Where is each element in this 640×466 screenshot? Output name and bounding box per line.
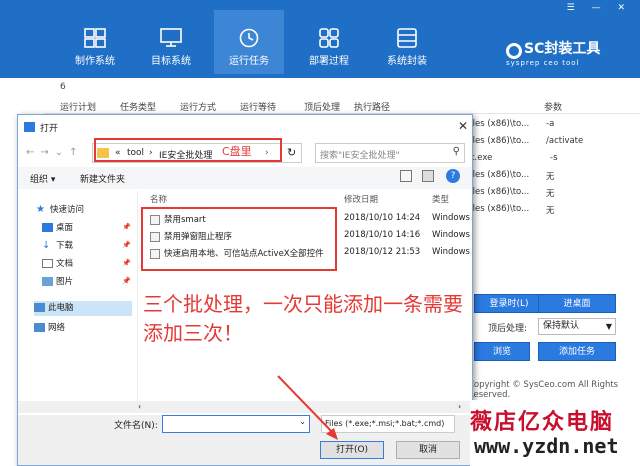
- search-placeholder: 搜索"IE安全批处理": [320, 151, 400, 161]
- browse-button[interactable]: 浏览: [474, 342, 530, 361]
- help-icon[interactable]: ?: [446, 169, 460, 183]
- top-nav-bar: ☰ — ✕ 制作系统 目标系统 运行任务 部署过程 系统封装 SC封装工具 sy…: [0, 0, 640, 78]
- sidebar-item-downloads[interactable]: ↓ 下载: [42, 239, 73, 254]
- sidebar-item-network[interactable]: 网络: [34, 321, 65, 336]
- horizontal-scrollbar[interactable]: ‹ ›: [18, 401, 472, 413]
- search-icon: ⚲: [452, 146, 460, 157]
- sidebar-item-desktop[interactable]: 桌面: [42, 221, 73, 236]
- table-row[interactable]: Files (x86)\to... 无: [466, 185, 640, 202]
- monitor-icon: [160, 28, 182, 47]
- nav-item-run-task[interactable]: 运行任务: [214, 10, 284, 74]
- new-folder-button[interactable]: 新建文件夹: [80, 172, 125, 185]
- post-process-select[interactable]: 保持默认 ▼: [538, 318, 616, 335]
- nav-item-deploy-process[interactable]: 部署过程: [294, 10, 364, 74]
- pin-icon: 📌: [122, 259, 131, 267]
- filename-input[interactable]: ⌄: [162, 415, 310, 433]
- sc-tool-window: ☰ — ✕ 制作系统 目标系统 运行任务 部署过程 系统封装 SC封装工具 sy…: [0, 0, 640, 466]
- open-button[interactable]: 打开(O): [320, 441, 384, 459]
- refresh-icon[interactable]: ↻: [287, 146, 296, 159]
- column-header: 顶后处理: [304, 103, 341, 113]
- nav-item-system-package[interactable]: 系统封装: [372, 10, 442, 74]
- column-name[interactable]: 名称: [150, 193, 167, 205]
- download-icon: ↓: [42, 240, 51, 251]
- column-header: 运行等待: [240, 103, 277, 113]
- column-header: 执行路径: [354, 103, 391, 113]
- table-row[interactable]: Files (x86)\to.../activate: [466, 134, 640, 151]
- pin-icon: 📌: [122, 223, 131, 231]
- post-process-label: 顶后处理:: [488, 324, 528, 334]
- window-controls[interactable]: ☰ — ✕: [567, 3, 632, 13]
- table-row[interactable]: et.exe -s: [466, 151, 640, 168]
- column-type[interactable]: 类型: [432, 193, 449, 205]
- computer-icon: [34, 303, 45, 312]
- star-icon: ★: [36, 204, 45, 215]
- nav-label: 运行任务: [229, 56, 269, 67]
- annotation-box-path: [94, 138, 282, 162]
- pin-icon: 📌: [122, 241, 131, 249]
- dialog-toolbar: 组织 ▾ 新建文件夹 ?: [18, 167, 472, 189]
- sidebar-item-this-pc[interactable]: 此电脑: [34, 301, 132, 316]
- table-row[interactable]: Files (x86)\to... 无: [466, 168, 640, 185]
- copyright-text: Copyright © SysCeo.com All Rights Reserv…: [468, 380, 619, 400]
- history-nav-buttons[interactable]: ←→⌄↑: [26, 147, 84, 158]
- document-icon: [42, 259, 53, 268]
- filename-label: 文件名(N):: [114, 421, 158, 431]
- annotation-main-note: 三个批处理，一次只能添加一条需要添加三次！: [143, 292, 463, 345]
- nav-label: 目标系统: [151, 56, 191, 67]
- logo-title: SC封装工具: [524, 41, 601, 57]
- dialog-title: 打开: [40, 124, 59, 134]
- nav-label: 系统封装: [387, 56, 427, 67]
- server-icon: [397, 28, 417, 48]
- table-row[interactable]: Files (x86)\to... -a: [466, 117, 640, 134]
- logo-subtitle: sysprep ceo tool: [506, 58, 580, 67]
- search-input[interactable]: 搜索"IE安全批处理" ⚲: [315, 143, 465, 163]
- column-date[interactable]: 修改日期: [344, 193, 378, 205]
- sidebar-item-documents[interactable]: 文档: [42, 257, 73, 272]
- sidebar-item-quick-access[interactable]: ★ 快速访问: [36, 203, 84, 218]
- nav-item-target-system[interactable]: 目标系统: [136, 10, 206, 74]
- column-header: 运行计划: [60, 103, 97, 113]
- clock-icon: [239, 28, 259, 48]
- column-header: 任务类型: [120, 103, 157, 113]
- network-icon: [34, 323, 45, 332]
- annotation-box-files: [141, 207, 337, 271]
- nav-item-make-system[interactable]: 制作系统: [60, 10, 130, 74]
- login-run-button[interactable]: 登录时(L): [474, 294, 544, 313]
- nav-label: 部署过程: [309, 56, 349, 67]
- tiles-icon: [319, 28, 339, 48]
- sidebar-item-pictures[interactable]: 图片: [42, 275, 73, 290]
- folder-icon: [24, 122, 35, 132]
- column-header: 运行方式: [180, 103, 217, 113]
- annotation-path-note: C盘里: [222, 145, 252, 158]
- chevron-down-icon: ▼: [605, 322, 612, 331]
- task-table-header: 运行计划 任务类型 运行方式 运行等待 顶后处理 执行路径 参数: [44, 98, 640, 114]
- enter-desktop-button[interactable]: 进桌面: [538, 294, 616, 313]
- view-options-icon[interactable]: [400, 170, 412, 182]
- filetype-select[interactable]: Files (*.exe;*.msi;*.bat;*.cmd): [321, 415, 455, 433]
- picture-icon: [42, 277, 53, 286]
- nav-label: 制作系统: [75, 56, 115, 67]
- table-row[interactable]: Files (x86)\to... 无: [466, 202, 640, 219]
- desktop-icon: [42, 223, 53, 232]
- watermark-title: 薇店亿众电脑: [470, 409, 615, 435]
- close-icon[interactable]: ✕: [458, 119, 468, 133]
- watermark: 薇店亿众电脑 www.yzdn.net: [470, 400, 640, 466]
- app-logo: SC封装工具 sysprep ceo tool: [506, 38, 600, 67]
- organize-menu[interactable]: 组织 ▾: [30, 172, 55, 185]
- chevron-down-icon: ⌄: [299, 417, 306, 426]
- column-header: 参数: [544, 103, 563, 113]
- add-task-button[interactable]: 添加任务: [538, 342, 616, 361]
- watermark-url: www.yzdn.net: [474, 434, 619, 458]
- pin-icon: 📌: [122, 277, 131, 285]
- dialog-sidebar: ★ 快速访问 桌面 ↓ 下载 文档 图片 📌 📌 📌 📌 此电脑 网络: [18, 191, 138, 401]
- cancel-button[interactable]: 取消: [396, 441, 460, 459]
- preview-pane-icon[interactable]: [422, 170, 434, 182]
- gear-icon: [506, 42, 522, 59]
- windows-icon: [84, 28, 106, 48]
- task-count: 6: [60, 82, 66, 92]
